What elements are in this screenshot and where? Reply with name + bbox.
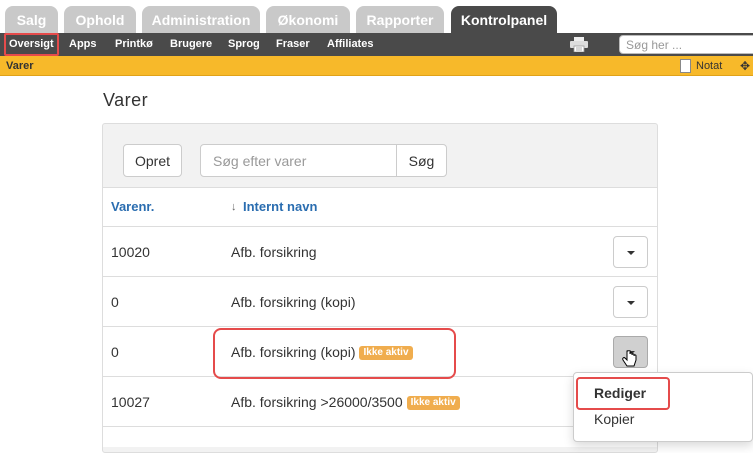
cell-name-text: Afb. forsikring >26000/3500 bbox=[231, 394, 403, 410]
tab-ophold[interactable]: Ophold bbox=[64, 6, 136, 33]
section-title: Varer bbox=[6, 60, 34, 72]
subnav-sprog[interactable]: Sprog bbox=[228, 33, 260, 56]
page-title: Varer bbox=[103, 90, 149, 110]
highlight-item-name bbox=[213, 328, 456, 379]
subnav-apps[interactable]: Apps bbox=[69, 33, 97, 56]
cell-name: Afb. forsikring >26000/3500 Ikke aktiv bbox=[231, 377, 460, 427]
row-actions-button[interactable] bbox=[613, 286, 648, 318]
row-actions-button[interactable] bbox=[613, 236, 648, 268]
inactive-badge: Ikke aktiv bbox=[406, 396, 460, 411]
table-row[interactable]: 10020 Afb. forsikring bbox=[103, 226, 657, 276]
subnav-oversigt[interactable]: Oversigt bbox=[4, 33, 59, 56]
tab-rapporter[interactable]: Rapporter bbox=[356, 6, 444, 33]
global-search-input[interactable]: Søg her ... bbox=[619, 35, 753, 54]
cell-number: 10027 bbox=[111, 394, 150, 410]
table-row[interactable]: 0 Afb. forsikring (kopi) bbox=[103, 276, 657, 326]
sort-arrow-icon: ↓ bbox=[231, 201, 237, 213]
subnav-printko[interactable]: Printkø bbox=[115, 33, 153, 56]
column-header-name[interactable]: Internt navn bbox=[243, 188, 317, 226]
create-button[interactable]: Opret bbox=[123, 144, 182, 177]
cell-number: 10020 bbox=[111, 244, 150, 260]
caret-down-icon bbox=[627, 301, 635, 305]
sub-navigation: Oversigt Apps Printkø Brugere Sprog Fras… bbox=[0, 33, 753, 56]
note-icon[interactable] bbox=[680, 59, 691, 73]
caret-down-icon bbox=[627, 251, 635, 255]
cell-name: Afb. forsikring bbox=[231, 244, 317, 260]
search-button[interactable]: Søg bbox=[396, 144, 447, 177]
printer-icon[interactable] bbox=[570, 37, 588, 52]
main-tab-bar: Salg Ophold Administration Økonomi Rappo… bbox=[0, 0, 753, 33]
tab-okonomi[interactable]: Økonomi bbox=[266, 6, 350, 33]
subnav-brugere[interactable]: Brugere bbox=[170, 33, 212, 56]
cell-name: Afb. forsikring (kopi) bbox=[231, 294, 356, 310]
cell-number: 0 bbox=[111, 344, 119, 360]
move-icon[interactable]: ✥ bbox=[740, 56, 750, 76]
menu-item-copy[interactable]: Kopier bbox=[594, 411, 634, 427]
item-search-input[interactable]: Søg efter varer bbox=[200, 144, 397, 177]
highlight-edit bbox=[576, 377, 670, 410]
section-bar: Varer Notat ✥ bbox=[0, 56, 753, 76]
tab-kontrolpanel[interactable]: Kontrolpanel bbox=[451, 6, 557, 33]
subnav-affiliates[interactable]: Affiliates bbox=[327, 33, 373, 56]
note-button[interactable]: Notat bbox=[696, 56, 722, 76]
tab-salg[interactable]: Salg bbox=[5, 6, 58, 33]
cell-number: 0 bbox=[111, 294, 119, 310]
tab-administration[interactable]: Administration bbox=[142, 6, 260, 33]
hand-cursor-icon bbox=[622, 350, 637, 367]
subnav-fraser[interactable]: Fraser bbox=[276, 33, 310, 56]
column-header-number[interactable]: Varenr. bbox=[111, 188, 154, 226]
